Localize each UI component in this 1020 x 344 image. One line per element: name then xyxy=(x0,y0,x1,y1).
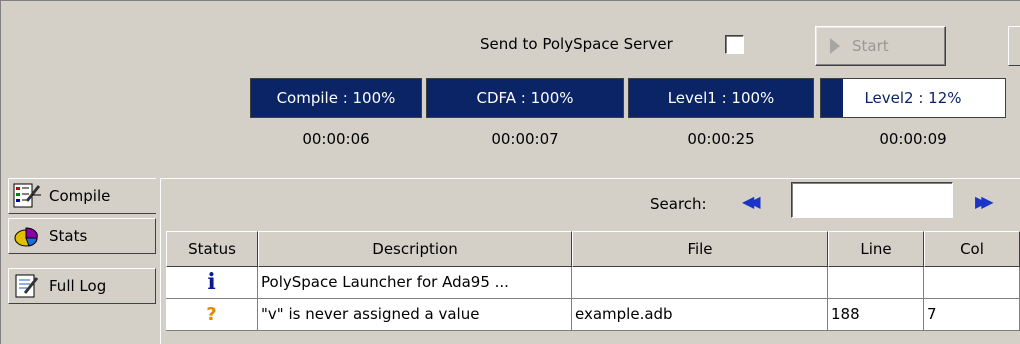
level2-elapsed-time: 00:00:09 xyxy=(879,130,947,148)
column-header-col[interactable]: Col xyxy=(924,231,1020,267)
cdfa-progress-label: CDFA : 100% xyxy=(476,89,574,107)
search-label: Search: xyxy=(650,195,707,213)
table-row-description[interactable]: "v" is never assigned a value xyxy=(258,299,572,331)
level1-progress-label: Level1 : 100% xyxy=(667,89,775,107)
level2-progress-label: Level2 : 12% xyxy=(864,89,962,107)
full-log-icon xyxy=(13,273,43,299)
table-row-line[interactable]: 188 xyxy=(828,299,924,331)
table-row-line[interactable] xyxy=(828,267,924,299)
level1-elapsed-time: 00:00:25 xyxy=(687,130,755,148)
column-header-status[interactable]: Status xyxy=(166,231,258,267)
search-next-icon[interactable]: ▶▶ xyxy=(975,190,1005,214)
compile-icon xyxy=(13,183,43,209)
table-row-col[interactable] xyxy=(924,267,1020,299)
search-input[interactable] xyxy=(791,182,953,218)
table-row-description[interactable]: PolySpace Launcher for Ada95 ... xyxy=(258,267,572,299)
stats-icon xyxy=(13,223,43,249)
tab-full-log[interactable]: Full Log xyxy=(8,268,156,304)
send-to-server-label: Send to PolySpace Server xyxy=(480,35,673,53)
tab-stats-label: Stats xyxy=(49,227,88,245)
compile-progress-label: Compile : 100% xyxy=(276,89,396,107)
column-header-file[interactable]: File xyxy=(572,231,828,267)
table-row-file[interactable] xyxy=(572,267,828,299)
tab-compile-label: Compile xyxy=(49,187,111,205)
tab-stats[interactable]: Stats xyxy=(8,218,156,254)
stop-button[interactable] xyxy=(1008,26,1020,66)
cdfa-elapsed-time: 00:00:07 xyxy=(491,130,559,148)
level1-progress-bar: Level1 : 100% xyxy=(628,78,814,118)
table-row-status[interactable]: i xyxy=(166,267,258,299)
cdfa-progress-bar: CDFA : 100% xyxy=(426,78,624,118)
play-icon xyxy=(830,38,840,54)
column-header-description[interactable]: Description xyxy=(258,231,572,267)
table-row-status[interactable]: ? xyxy=(166,299,258,331)
table-row-col[interactable]: 7 xyxy=(924,299,1020,331)
compile-elapsed-time: 00:00:06 xyxy=(302,130,370,148)
send-to-server-checkbox[interactable] xyxy=(725,35,744,54)
info-icon: i xyxy=(207,269,216,295)
table-row-file[interactable]: example.adb xyxy=(572,299,828,331)
column-header-line[interactable]: Line xyxy=(828,231,924,267)
start-button-label: Start xyxy=(852,37,889,55)
search-previous-icon[interactable]: ◀◀ xyxy=(742,190,772,214)
tab-full-log-label: Full Log xyxy=(49,277,107,295)
compile-progress-bar: Compile : 100% xyxy=(250,78,422,118)
start-button[interactable]: Start xyxy=(815,26,946,66)
question-icon: ? xyxy=(206,304,217,325)
tab-compile[interactable]: Compile xyxy=(8,178,156,214)
level2-progress-bar: Level2 : 12% xyxy=(820,78,1006,118)
